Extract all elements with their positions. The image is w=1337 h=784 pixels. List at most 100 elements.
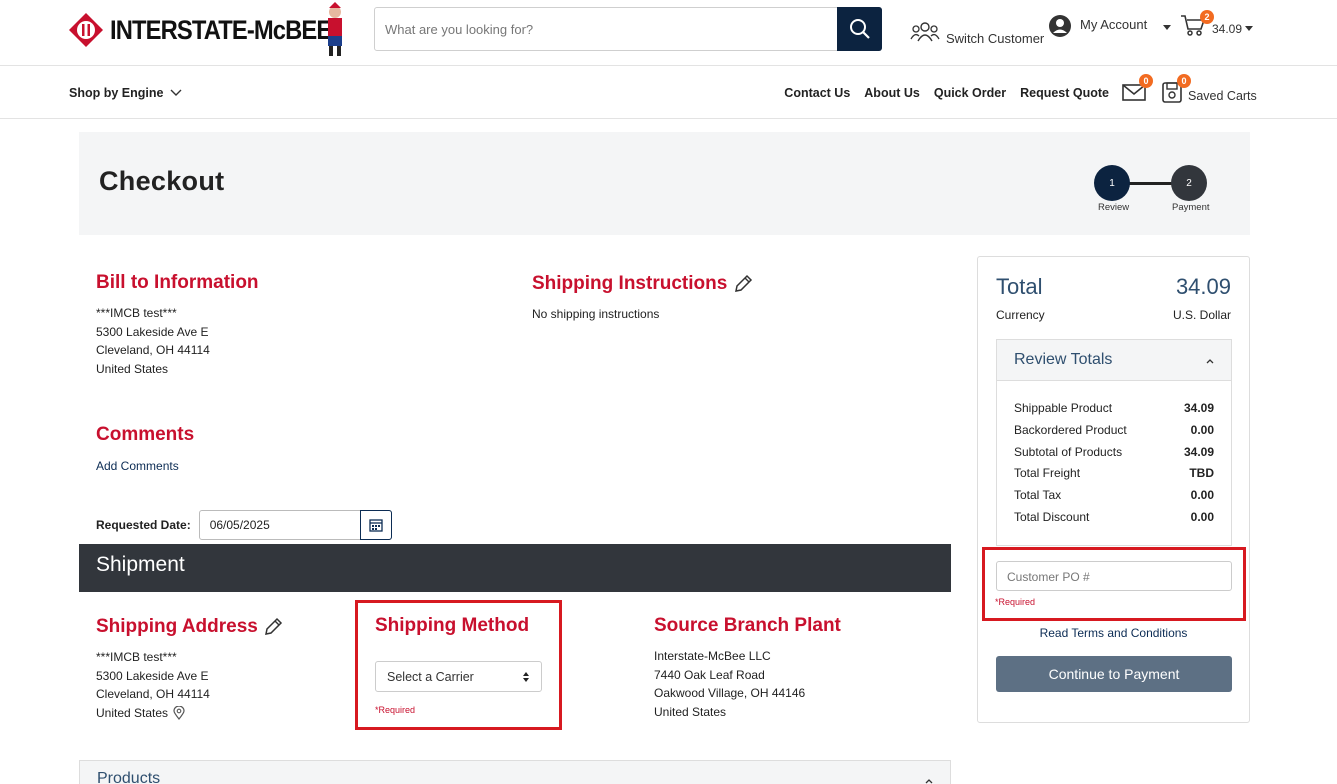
- switch-customer-label: Switch Customer: [946, 31, 1045, 46]
- messages-button[interactable]: 0: [1122, 74, 1153, 105]
- chevron-up-icon: [1206, 359, 1214, 364]
- total-label: Total: [996, 274, 1043, 299]
- step-label: Payment: [1172, 202, 1210, 213]
- select-arrows-icon: [523, 672, 529, 682]
- shipment-header: Shipment: [79, 544, 951, 592]
- totals-row-label: Subtotal of Products: [1014, 444, 1123, 459]
- address-line: Cleveland, OH 44114: [96, 343, 210, 357]
- nav-links: Contact Us About Us Quick Order Request …: [784, 86, 1109, 100]
- totals-row-value: 34.09: [1183, 444, 1214, 459]
- totals-row-label: Total Freight: [1014, 466, 1081, 481]
- nav-about-us[interactable]: About Us: [864, 86, 920, 100]
- products-section-toggle[interactable]: Products: [79, 760, 951, 784]
- carrier-select-value: Select a Carrier: [387, 670, 474, 684]
- address-line: 5300 Lakeside Ave E: [96, 324, 209, 339]
- continue-to-payment-button[interactable]: Continue to Payment: [996, 656, 1232, 692]
- address-line: Cleveland, OH 44114: [96, 687, 210, 701]
- my-account-label: My Account: [1080, 16, 1148, 32]
- totals-row: Total Discount 0.00: [1014, 510, 1214, 532]
- mascot-icon: [328, 2, 342, 56]
- comments-title: Comments: [96, 424, 195, 445]
- address-line: ***IMCB test***: [96, 306, 177, 320]
- pencil-icon[interactable]: [733, 274, 753, 294]
- totals-row: Total Tax 0.00: [1014, 488, 1214, 510]
- totals-row: Backordered Product 0.00: [1014, 423, 1214, 445]
- switch-customer-button[interactable]: Switch Customer: [910, 17, 1044, 46]
- nav-request-quote[interactable]: Request Quote: [1020, 86, 1109, 100]
- messages-count-badge: 0: [1139, 74, 1153, 88]
- totals-row-value: 0.00: [1190, 422, 1214, 437]
- totals-row-label: Total Tax: [1014, 488, 1062, 503]
- saved-carts-count-badge: 0: [1177, 74, 1191, 88]
- address-line: 7440 Oak Leaf Road: [654, 667, 765, 682]
- add-comments-link[interactable]: Add Comments: [96, 459, 179, 473]
- terms-link[interactable]: Read Terms and Conditions: [978, 626, 1249, 640]
- shipping-address-label: Shipping Address: [96, 616, 258, 637]
- calendar-button[interactable]: [359, 510, 392, 540]
- step-review: 1: [1094, 165, 1130, 201]
- address-line: 5300 Lakeside Ave E: [96, 668, 209, 683]
- search-bar: [374, 7, 882, 51]
- shipping-method-required: *Required: [375, 705, 416, 715]
- carrier-select[interactable]: Select a Carrier: [375, 661, 542, 692]
- search-button[interactable]: [837, 7, 882, 51]
- top-header: INTERSTATE-McBEE Switch Customer: [0, 0, 1337, 66]
- requested-date-field[interactable]: 06/05/2025: [198, 510, 392, 540]
- nav-contact-us[interactable]: Contact Us: [784, 86, 850, 100]
- saved-carts-button[interactable]: 0: [1161, 74, 1191, 107]
- address-line: Interstate-McBee LLC: [654, 649, 771, 663]
- totals-row-value: 0.00: [1190, 509, 1214, 524]
- shipping-instructions-label: Shipping Instructions: [532, 273, 728, 294]
- address-country: United States: [96, 705, 169, 720]
- totals-row-value: TBD: [1189, 466, 1214, 481]
- totals-row: Subtotal of Products 34.09: [1014, 445, 1214, 467]
- map-pin-icon[interactable]: [173, 705, 185, 720]
- cart-count-badge: 2: [1200, 10, 1214, 24]
- currency-label: Currency: [996, 308, 1045, 322]
- shop-by-engine-menu[interactable]: Shop by Engine: [69, 86, 183, 100]
- main-nav: Shop by Engine Contact Us About Us Quick…: [0, 67, 1337, 119]
- search-input[interactable]: [375, 8, 837, 50]
- cart-button[interactable]: 2 34.09: [1180, 10, 1254, 38]
- review-totals-panel: Review Totals Shippable Product 34.09 Bac…: [996, 339, 1232, 546]
- totals-row-label: Shippable Product: [1014, 401, 1113, 415]
- chevron-down-icon: [1163, 24, 1172, 30]
- step-payment: 2: [1171, 165, 1207, 201]
- requested-date-value[interactable]: 06/05/2025: [200, 511, 360, 539]
- saved-carts-label[interactable]: Saved Carts: [1188, 89, 1257, 103]
- address-line: ***IMCB test***: [96, 650, 177, 664]
- my-account-menu[interactable]: My Account: [1048, 14, 1172, 38]
- currency-value: U.S. Dollar: [1172, 308, 1231, 322]
- totals-row-label: Backordered Product: [1014, 422, 1127, 437]
- products-title: Products: [97, 770, 161, 784]
- account-icon: [1049, 15, 1071, 37]
- chevron-down-icon: [1245, 25, 1254, 31]
- address-line: United States: [654, 704, 727, 719]
- step-number: 2: [1186, 177, 1192, 189]
- chevron-up-icon: [925, 779, 933, 784]
- source-branch-title: Source Branch Plant: [654, 615, 841, 636]
- requested-date-label: Requested Date:: [96, 518, 191, 532]
- step-label: Review: [1098, 202, 1130, 213]
- customer-po-highlight: [982, 547, 1246, 621]
- bill-to-title: Bill to Information: [96, 272, 259, 293]
- order-summary: Total 34.09 Currency U.S. Dollar Review …: [977, 256, 1250, 723]
- totals-row: Total Freight TBD: [1014, 466, 1214, 488]
- address-line: United States: [96, 704, 210, 723]
- checkout-header: Checkout 1 Review 2 Payment: [79, 132, 1250, 235]
- totals-row-value: 34.09: [1183, 401, 1214, 415]
- address-line: United States: [96, 361, 169, 376]
- company-logo[interactable]: INTERSTATE-McBEE: [68, 2, 362, 58]
- pencil-icon[interactable]: [263, 617, 283, 637]
- nav-quick-order[interactable]: Quick Order: [934, 86, 1006, 100]
- page-title: Checkout: [99, 166, 225, 196]
- review-totals-toggle[interactable]: Review Totals: [997, 340, 1231, 381]
- totals-row: Shippable Product 34.09: [1014, 401, 1214, 423]
- logo-text: INTERSTATE-McBEE: [110, 14, 332, 45]
- shipping-instructions-title: Shipping Instructions: [532, 273, 753, 295]
- address-line: Oakwood Village, OH 44146: [654, 686, 806, 700]
- shipping-instructions-text: No shipping instructions: [532, 307, 660, 321]
- logo-diamond-icon: [69, 13, 103, 47]
- total-value: 34.09: [1175, 274, 1231, 299]
- step-number: 1: [1109, 177, 1115, 189]
